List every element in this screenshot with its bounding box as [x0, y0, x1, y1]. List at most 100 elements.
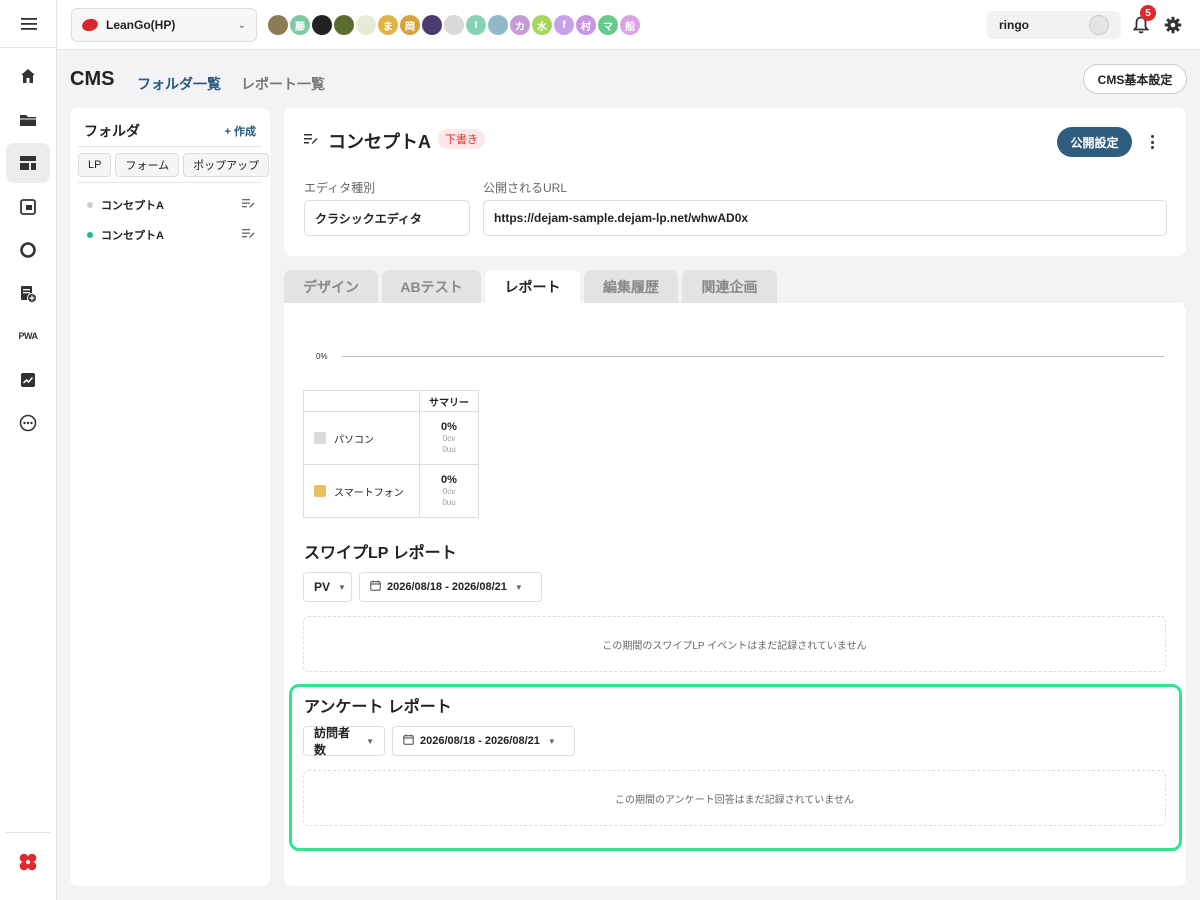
- url-field[interactable]: https://dejam-sample.dejam-lp.net/whwAD0…: [483, 200, 1167, 236]
- swipe-date-value: 2026/08/18 - 2026/08/21: [387, 581, 507, 593]
- swipe-date-range[interactable]: 2026/08/18 - 2026/08/21 ▼: [359, 572, 542, 602]
- edit-icon: [304, 132, 318, 150]
- lp-title: コンセプトA: [328, 132, 431, 152]
- cms-layout-icon[interactable]: [6, 143, 50, 183]
- device-cell: スマートフォン: [303, 464, 420, 518]
- folder-icon[interactable]: [6, 100, 50, 140]
- legend-swatch: [314, 432, 326, 444]
- tab-folders[interactable]: フォルダ一覧: [137, 74, 221, 94]
- create-folder-button[interactable]: + 作成: [225, 123, 256, 139]
- status-dot: [87, 232, 93, 238]
- more-icon[interactable]: [6, 403, 50, 443]
- chart-y-tick: 0%: [316, 352, 328, 361]
- url-label: 公開されるURL: [483, 181, 568, 195]
- top-bar: LeanGo(HP) ⌄ 藤 ま岡 I カ水 f 村マ船 ringo 5: [57, 0, 1200, 50]
- folder-filter-chips: LP フォーム ポップアップ: [78, 153, 270, 177]
- member-initial: f: [562, 19, 566, 31]
- member-avatar[interactable]: [334, 15, 354, 35]
- tab-reports[interactable]: レポート一覧: [241, 74, 325, 94]
- summary-header: サマリー: [419, 390, 479, 412]
- tab-ab-test[interactable]: ABテスト: [382, 270, 481, 303]
- filter-form[interactable]: フォーム: [115, 153, 180, 177]
- member-avatar[interactable]: 岡: [400, 15, 420, 35]
- highlight-frame: [289, 684, 1182, 851]
- notification-badge: 5: [1140, 5, 1156, 21]
- home-icon[interactable]: [6, 56, 50, 96]
- caret-down-icon: ▼: [338, 582, 346, 592]
- menu-icon[interactable]: [0, 0, 57, 48]
- form-add-icon[interactable]: [6, 274, 50, 314]
- folder-item[interactable]: コンセプトA: [87, 195, 255, 215]
- user-avatar: [1089, 15, 1109, 35]
- member-avatar[interactable]: 藤: [290, 15, 310, 35]
- legend-swatch: [314, 485, 326, 497]
- workspace-logo-icon: [80, 17, 100, 33]
- cv-rate: 0%: [441, 420, 457, 433]
- swipe-metric-value: PV: [314, 580, 331, 594]
- user-name: ringo: [999, 18, 1029, 32]
- member-avatar[interactable]: [268, 15, 288, 35]
- gear-icon[interactable]: [1161, 13, 1185, 37]
- member-avatar[interactable]: [312, 15, 332, 35]
- analytics-icon[interactable]: [6, 360, 50, 400]
- circle-icon[interactable]: [6, 230, 50, 270]
- publish-settings-button[interactable]: 公開設定: [1057, 127, 1132, 157]
- folder-panel: フォルダ + 作成 LP フォーム ポップアップ コンセプトA コンセプトA: [70, 108, 270, 886]
- member-initial: 船: [625, 21, 635, 33]
- member-avatar[interactable]: 船: [620, 15, 640, 35]
- tab-related-projects[interactable]: 関連企画: [682, 270, 777, 303]
- summary-header-blank: [303, 390, 420, 412]
- member-avatar[interactable]: マ: [598, 15, 618, 35]
- chevron-down-icon: ⌄: [237, 19, 246, 31]
- device-name: パソコン: [334, 434, 374, 446]
- member-avatar[interactable]: ま: [378, 15, 398, 35]
- uu-count: 0uu: [442, 497, 456, 507]
- lp-header-card: コンセプトA 下書き 公開設定 エディタ種別 公開されるURL クラシックエディ…: [284, 108, 1186, 256]
- tab-design[interactable]: デザイン: [284, 270, 378, 303]
- left-rail: PWA: [0, 0, 57, 900]
- edit-icon[interactable]: [242, 198, 255, 212]
- table-row: スマートフォン 0% 0cv 0uu: [303, 464, 479, 518]
- member-avatar[interactable]: カ: [510, 15, 530, 35]
- member-initial: ま: [383, 21, 393, 33]
- member-initial: マ: [603, 21, 613, 33]
- cv-rate: 0%: [441, 473, 457, 486]
- edit-icon[interactable]: [242, 228, 255, 242]
- cv-count: 0cv: [442, 486, 456, 496]
- member-avatar[interactable]: 村: [576, 15, 596, 35]
- table-row: パソコン 0% 0cv 0uu: [303, 411, 479, 465]
- tab-edit-history[interactable]: 編集履歴: [584, 270, 678, 303]
- swipe-metric-select[interactable]: PV ▼: [303, 572, 352, 602]
- member-avatar[interactable]: [488, 15, 508, 35]
- member-avatar[interactable]: f: [554, 15, 574, 35]
- calendar-icon: [370, 580, 381, 594]
- divider: [78, 146, 262, 147]
- cms-settings-button[interactable]: CMS基本設定: [1083, 64, 1187, 94]
- swipe-empty-state: この期間のスワイプLP イベントはまだ記録されていません: [303, 616, 1166, 672]
- status-badge: 下書き: [438, 129, 485, 149]
- more-vert-icon[interactable]: [1146, 132, 1158, 152]
- popup-icon[interactable]: [6, 187, 50, 227]
- folder-item-label: コンセプトA: [101, 230, 164, 242]
- member-avatar[interactable]: 水: [532, 15, 552, 35]
- filter-lp[interactable]: LP: [78, 153, 112, 177]
- caret-down-icon: ▼: [514, 582, 523, 592]
- summary-value-cell: 0% 0cv 0uu: [419, 464, 479, 518]
- member-avatar[interactable]: [422, 15, 442, 35]
- status-dot: [87, 202, 93, 208]
- filter-popup[interactable]: ポップアップ: [183, 153, 270, 177]
- rail-divider: [6, 832, 50, 833]
- device-cell: パソコン: [303, 411, 420, 465]
- member-initial: I: [474, 19, 478, 31]
- member-avatar[interactable]: [356, 15, 376, 35]
- pwa-icon[interactable]: PWA: [6, 316, 50, 356]
- user-menu[interactable]: ringo: [987, 11, 1121, 39]
- member-avatar[interactable]: I: [466, 15, 486, 35]
- folder-item[interactable]: コンセプトA: [87, 225, 255, 245]
- workspace-switcher[interactable]: LeanGo(HP) ⌄: [71, 8, 257, 42]
- editor-type-field[interactable]: クラシックエディタ: [304, 200, 470, 236]
- tab-report[interactable]: レポート: [485, 270, 580, 303]
- member-initial: カ: [515, 21, 525, 33]
- member-avatar[interactable]: [444, 15, 464, 35]
- cv-count: 0cv: [442, 433, 456, 443]
